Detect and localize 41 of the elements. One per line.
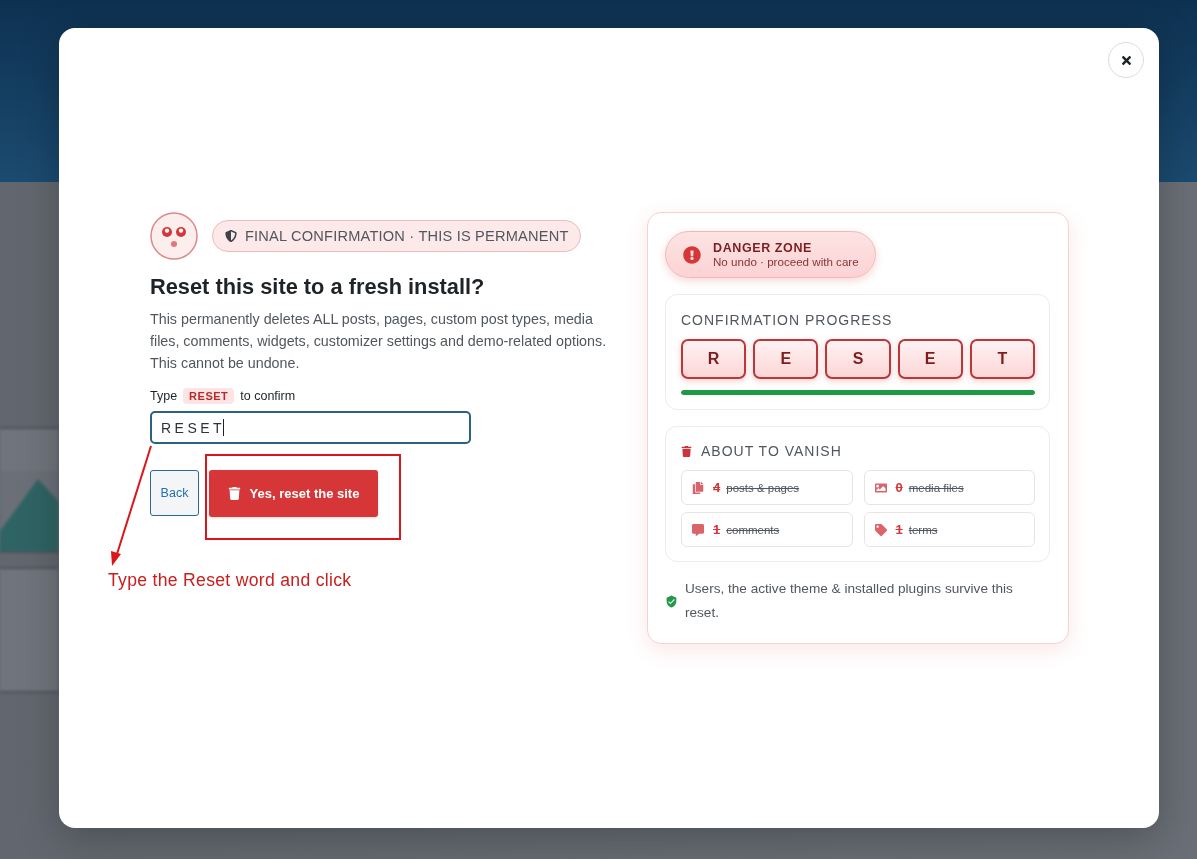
prompt-text: Type	[150, 389, 178, 403]
danger-zone-subtitle: No undo · proceed with care	[713, 254, 859, 268]
item-label: terms	[908, 523, 938, 536]
dialog-title: Reset this site to a fresh install?	[150, 273, 486, 301]
letter-tile: T	[969, 339, 1035, 379]
exclamation-icon	[683, 245, 701, 264]
trash-icon	[681, 445, 692, 457]
close-button[interactable]	[1108, 42, 1144, 78]
trash-icon	[227, 487, 241, 500]
footnote-text: Users, the active theme & installed plugins survive this reset.	[684, 580, 1014, 622]
item-count: 1	[713, 522, 721, 537]
badge-text: FINAL CONFIRMATION · THIS IS PERMANENT	[245, 228, 569, 244]
image-icon	[874, 481, 887, 494]
shield-icon	[225, 230, 237, 242]
text-cursor-icon	[223, 419, 225, 436]
documents-icon	[692, 481, 704, 494]
confirm-input[interactable]: RESET	[150, 411, 471, 444]
tag-icon	[874, 523, 887, 536]
item-label: comments	[726, 523, 780, 536]
letter-tile: S	[825, 339, 891, 379]
letter-tile: R	[681, 339, 747, 379]
item-count: 4	[713, 480, 721, 495]
back-button[interactable]: Back	[150, 470, 199, 516]
item-label: posts & pages	[726, 481, 800, 494]
prompt-text: to confirm	[240, 389, 296, 403]
danger-zone-title: DANGER ZONE	[713, 241, 813, 255]
close-icon	[1119, 53, 1133, 67]
comment-icon	[692, 523, 704, 536]
item-count: 1	[895, 522, 903, 537]
dialog-description: This permanently deletes ALL posts, pages, custom post types, media files, comments, widgets, customizer settings and demo-related options. This cannot be undone.	[150, 310, 608, 373]
shield-check-icon	[665, 594, 678, 608]
item-count: 0	[895, 480, 903, 495]
progress-title: CONFIRMATION PROGRESS	[681, 312, 893, 328]
vanish-title: ABOUT TO VANISH	[701, 443, 842, 459]
annotation-text: Type the Reset word and click	[108, 570, 352, 591]
face-icon	[150, 212, 198, 260]
letter-tile: E	[897, 339, 963, 379]
item-label: media files	[908, 481, 964, 494]
reset-site-button[interactable]: Yes, reset the site	[209, 470, 378, 517]
letter-tile: E	[753, 339, 819, 379]
keyword-chip: RESET	[183, 388, 235, 404]
